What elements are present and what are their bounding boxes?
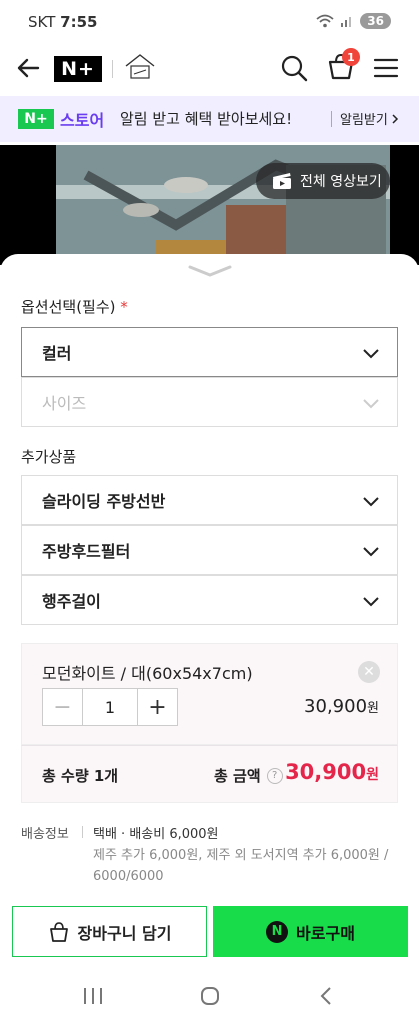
naver-pay-icon: N: [266, 920, 289, 943]
addon-label: 주방후드필터: [42, 542, 131, 561]
option-section-title: 옵션선택(필수) *: [21, 296, 128, 317]
status-carrier: SKT 7:55: [28, 13, 97, 31]
nplus-badge: N+: [18, 109, 54, 129]
add-to-cart-label: 장바구니 담기: [77, 923, 172, 943]
remove-item-close-icon[interactable]: ✕: [358, 661, 380, 683]
selected-item-price: 30,900원: [304, 696, 379, 717]
cart-count-badge: 1: [342, 48, 360, 66]
add-to-cart-button[interactable]: 장바구니 담기: [12, 906, 207, 957]
help-question-icon[interactable]: ?: [266, 767, 283, 784]
notification-subscribe-label: 알림받기: [340, 113, 388, 128]
system-navigation-bar: [0, 970, 419, 1024]
buy-now-label: 바로구매: [296, 923, 355, 943]
promo-divider: [331, 111, 332, 127]
promo-message: 알림 받고 혜택 받아보세요!: [120, 110, 293, 128]
notification-promo-banner[interactable]: N+ 스토어 알림 받고 혜택 받아보세요! 알림받기: [0, 96, 419, 142]
addon-select-towel-rack[interactable]: 행주걸이: [21, 575, 398, 625]
hamburger-menu-icon[interactable]: [372, 54, 400, 82]
recent-apps-icon[interactable]: [82, 986, 104, 1006]
total-amount-label: 총 금액 ?: [214, 765, 283, 786]
search-icon[interactable]: [279, 53, 309, 83]
full-video-label: 전체 영상보기: [300, 174, 382, 190]
shipping-label: 배송정보: [21, 827, 69, 842]
back-arrow-icon[interactable]: [14, 54, 42, 82]
shipping-extra-fee: 제주 추가 6,000원, 제주 외 도서지역 추가 6,000원 / 6000…: [93, 848, 389, 884]
header-divider: [112, 60, 113, 78]
status-icons: 36: [316, 13, 391, 29]
addon-select-hood-filter[interactable]: 주방후드필터: [21, 525, 398, 575]
item-price-value: 30,900: [304, 696, 368, 717]
chevron-right-icon: [392, 113, 398, 124]
addon-section-title: 추가상품: [21, 448, 77, 466]
color-select-label: 컬러: [42, 344, 72, 363]
full-video-button[interactable]: 전체 영상보기: [256, 163, 390, 199]
carrier-text: SKT: [28, 13, 56, 31]
option-title-text: 옵션선택(필수): [21, 298, 116, 316]
signal-icon: [341, 17, 352, 27]
clock-text: 7:55: [60, 13, 98, 31]
size-select: 사이즈: [21, 377, 398, 427]
color-select[interactable]: 컬러: [21, 327, 398, 377]
chevron-down-icon: [363, 547, 379, 557]
shipping-divider: [82, 826, 83, 838]
addon-label: 슬라이딩 주방선반: [42, 492, 166, 511]
chevron-down-icon: [363, 399, 379, 409]
required-mark: *: [120, 298, 128, 316]
status-bar: SKT 7:55 36: [0, 0, 419, 44]
wifi-icon: [316, 14, 334, 28]
home-icon[interactable]: [199, 986, 221, 1006]
selected-item-name: 모던화이트 / 대(60x54x7cm): [42, 664, 253, 683]
notification-subscribe-link[interactable]: 알림받기: [340, 109, 400, 128]
back-icon[interactable]: [316, 986, 338, 1006]
chevron-down-icon: [363, 597, 379, 607]
sheet-collapse-handle-icon[interactable]: [186, 264, 234, 278]
addon-label: 행주걸이: [42, 592, 101, 611]
quantity-decrease-button[interactable]: −: [43, 689, 83, 725]
chevron-down-icon: [363, 349, 379, 359]
total-price-value: 30,900: [285, 760, 367, 784]
app-header: N+ 1: [0, 44, 419, 94]
chevron-down-icon: [363, 497, 379, 507]
size-select-label: 사이즈: [42, 394, 87, 413]
video-clapper-icon: [273, 173, 291, 189]
quantity-stepper: − 1 +: [42, 688, 178, 726]
house-logo-icon[interactable]: [122, 52, 158, 82]
total-price: 30,900원: [285, 760, 379, 784]
total-quantity: 총 수량 1개: [42, 767, 119, 785]
battery-indicator: 36: [360, 13, 391, 29]
shipping-fee: 택배 · 배송비 6,000원: [93, 827, 219, 842]
addon-select-sliding-shelf[interactable]: 슬라이딩 주방선반: [21, 475, 398, 525]
nplus-logo[interactable]: N+: [54, 56, 102, 82]
quantity-value[interactable]: 1: [83, 689, 137, 725]
total-amount-text: 총 금액: [214, 767, 261, 785]
item-price-currency: 원: [367, 701, 379, 716]
store-label: 스토어: [60, 111, 105, 130]
quantity-increase-button[interactable]: +: [137, 689, 177, 725]
total-price-currency: 원: [366, 767, 379, 783]
shopping-bag-icon: [49, 921, 68, 942]
buy-now-button[interactable]: N 바로구매: [213, 906, 408, 957]
